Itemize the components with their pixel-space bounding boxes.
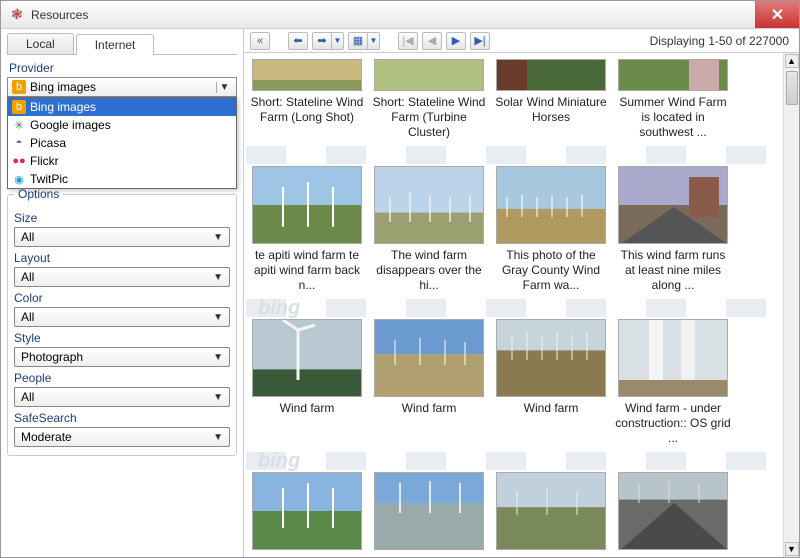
provider-option-google[interactable]: ✳ Google images	[8, 116, 236, 134]
chevron-down-icon: ▼	[213, 272, 223, 283]
layout-label: Layout	[14, 251, 230, 265]
flickr-icon: ●●	[12, 154, 26, 168]
window-buttons: ✕	[755, 1, 799, 28]
rewind-button[interactable]: «	[250, 32, 270, 50]
thumbnail[interactable]	[374, 166, 484, 244]
provider-option-bing[interactable]: b Bing images	[8, 98, 236, 116]
provider-option-twitpic[interactable]: ◉ TwitPic	[8, 170, 236, 188]
caption: Short: Stateline Wind Farm (Turbine Clus…	[370, 95, 488, 140]
vertical-scrollbar[interactable]: ▲ ▼	[783, 53, 799, 557]
provider-combo[interactable]: b Bing images ▼ b Bing images ✳ Google i…	[7, 77, 237, 97]
thumbnail[interactable]	[252, 319, 362, 397]
watermark-strip: bing	[246, 452, 781, 470]
color-select[interactable]: All▼	[14, 307, 230, 327]
people-label: People	[14, 371, 230, 385]
provider-option-picasa[interactable]: ◓ Picasa	[8, 134, 236, 152]
thumbnail[interactable]	[496, 166, 606, 244]
caption: The wind farm disappears over the hi...	[370, 248, 488, 293]
view-menu[interactable]: ▼	[368, 32, 380, 50]
watermark-strip: bing	[246, 299, 781, 317]
source-tabs: Local Internet	[7, 33, 237, 55]
thumbnail[interactable]	[496, 319, 606, 397]
thumbnail[interactable]	[374, 59, 484, 91]
titlebar: ❃ Resources ✕	[1, 1, 799, 29]
last-page-button[interactable]: ▶|	[470, 32, 490, 50]
options-group: Options Size All▼ Layout All▼ Color All▼…	[7, 187, 237, 456]
scroll-thumb[interactable]	[786, 71, 798, 105]
chevron-down-icon: ▼	[213, 392, 223, 403]
back-button[interactable]: ⬅	[288, 32, 308, 50]
thumbnail[interactable]	[618, 319, 728, 397]
toolbar: « ⬅ ➡ ▼ ▦ ▼ |◀ ◀ ▶ ▶| Displaying 1-50 of…	[244, 29, 799, 53]
style-select[interactable]: Photograph▼	[14, 347, 230, 367]
caption: Summer Wind Farm is located in southwest…	[614, 95, 732, 140]
thumbnail[interactable]	[618, 472, 728, 550]
next-page-button[interactable]: ▶	[446, 32, 466, 50]
caption: This wind farm runs at least nine miles …	[614, 248, 732, 293]
scroll-up-button[interactable]: ▲	[785, 54, 799, 68]
results-grid: Short: Stateline Wind Farm (Long Shot) S…	[244, 53, 783, 557]
view-button[interactable]: ▦	[348, 32, 368, 50]
chevron-down-icon: ▼	[213, 352, 223, 363]
picasa-icon: ◓	[12, 136, 26, 150]
caption: Wind farm	[492, 401, 610, 431]
provider-option-flickr[interactable]: ●● Flickr	[8, 152, 236, 170]
bing-icon: b	[12, 80, 26, 94]
chevron-down-icon: ▼	[213, 312, 223, 323]
thumbnail[interactable]	[252, 472, 362, 550]
bing-icon: b	[12, 100, 26, 114]
options-legend: Options	[14, 187, 63, 201]
thumbnail[interactable]	[252, 166, 362, 244]
thumbnail[interactable]	[374, 319, 484, 397]
caption: te apiti wind farm te apiti wind farm ba…	[248, 248, 366, 293]
thumbnail[interactable]	[374, 472, 484, 550]
caption: Wind farm	[248, 401, 366, 431]
caption: Wind farm - under construction:: OS grid…	[614, 401, 732, 446]
results-panel: « ⬅ ➡ ▼ ▦ ▼ |◀ ◀ ▶ ▶| Displaying 1-50 of…	[244, 29, 799, 557]
style-label: Style	[14, 331, 230, 345]
safesearch-select[interactable]: Moderate▼	[14, 427, 230, 447]
forward-menu[interactable]: ▼	[332, 32, 344, 50]
forward-button[interactable]: ➡	[312, 32, 332, 50]
first-page-button[interactable]: |◀	[398, 32, 418, 50]
provider-selected: Bing images	[30, 80, 96, 94]
caption: This photo of the Gray County Wind Farm …	[492, 248, 610, 293]
tab-internet[interactable]: Internet	[76, 34, 155, 55]
scroll-track[interactable]	[785, 69, 799, 541]
caption: Solar Wind Miniature Horses	[492, 95, 610, 125]
scroll-down-button[interactable]: ▼	[785, 542, 799, 556]
caption: Short: Stateline Wind Farm (Long Shot)	[248, 95, 366, 125]
thumbnail[interactable]	[496, 472, 606, 550]
thumbnail[interactable]	[496, 59, 606, 91]
window-title: Resources	[31, 8, 88, 22]
left-panel: Local Internet Provider b Bing images ▼ …	[1, 29, 244, 557]
twitpic-icon: ◉	[12, 172, 26, 186]
caption: Wind farm	[370, 401, 488, 431]
color-label: Color	[14, 291, 230, 305]
google-icon: ✳	[12, 118, 26, 132]
size-select[interactable]: All▼	[14, 227, 230, 247]
chevron-down-icon: ▼	[213, 232, 223, 243]
thumbnail[interactable]	[252, 59, 362, 91]
app-icon: ❃	[9, 7, 25, 23]
chevron-down-icon: ▼	[213, 432, 223, 443]
size-label: Size	[14, 211, 230, 225]
layout-select[interactable]: All▼	[14, 267, 230, 287]
provider-dropdown: b Bing images ✳ Google images ◓ Picasa ●…	[7, 97, 237, 189]
result-count: Displaying 1-50 of 227000	[650, 34, 793, 48]
thumbnail[interactable]	[618, 166, 728, 244]
watermark-strip	[246, 146, 781, 164]
thumbnail[interactable]	[618, 59, 728, 91]
tab-local[interactable]: Local	[7, 33, 74, 54]
close-button[interactable]: ✕	[755, 1, 799, 28]
safesearch-label: SafeSearch	[14, 411, 230, 425]
chevron-down-icon[interactable]: ▼	[216, 82, 232, 93]
provider-label: Provider	[9, 61, 237, 75]
prev-page-button[interactable]: ◀	[422, 32, 442, 50]
people-select[interactable]: All▼	[14, 387, 230, 407]
